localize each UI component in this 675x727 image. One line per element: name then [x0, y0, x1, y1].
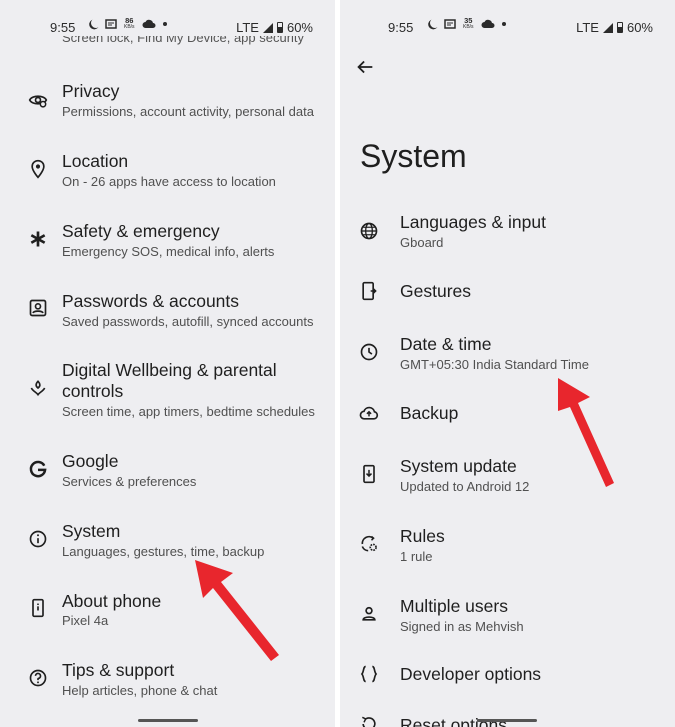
network-speed: 86 KB/s: [124, 16, 135, 30]
back-arrow-icon[interactable]: [354, 56, 376, 78]
settings-item-title: Date & time: [400, 334, 492, 354]
settings-item-languages-input[interactable]: Languages & input Gboard: [340, 210, 675, 270]
settings-item-subtitle: Gboard: [400, 235, 444, 250]
gesture-home-bar[interactable]: [477, 719, 537, 722]
rules-icon: [359, 534, 379, 554]
settings-item-title: Languages & input: [400, 212, 546, 232]
braces-icon: [359, 664, 379, 684]
settings-item-location[interactable]: Location On - 26 apps have access to loc…: [0, 148, 335, 208]
settings-item-title: Location: [62, 151, 129, 171]
settings-item-multiple-users[interactable]: Multiple users Signed in as Mehvish: [340, 594, 675, 654]
person-icon: [359, 604, 379, 624]
message-icon: [444, 18, 456, 29]
settings-item-subtitle: Permissions, account activity, personal …: [62, 104, 314, 119]
do-not-disturb-icon: [429, 17, 441, 29]
settings-item-subtitle: Emergency SOS, medical info, alerts: [62, 244, 275, 259]
settings-item-subtitle: Signed in as Mehvish: [400, 619, 524, 634]
settings-item-title: Developer options: [400, 664, 542, 684]
signal-icon: [602, 22, 613, 33]
cloud-icon: [481, 19, 495, 28]
settings-item-title: Tips & support: [62, 660, 175, 680]
settings-item-title: Multiple users: [400, 596, 508, 616]
settings-item-title: System: [62, 521, 121, 541]
settings-item-google[interactable]: Google Services & preferences: [0, 450, 335, 510]
notification-dot: [501, 22, 506, 26]
settings-item-title: Rules: [400, 526, 445, 546]
network-type: LTE: [236, 20, 259, 35]
cloud-upload-icon: [359, 403, 379, 423]
settings-item-title: Gestures: [400, 281, 471, 301]
settings-item-rules[interactable]: Rules 1 rule: [340, 524, 675, 584]
clock-icon: [359, 342, 379, 362]
battery-icon: [616, 22, 623, 33]
globe-icon: [359, 221, 379, 241]
status-time: 9:55: [50, 20, 76, 35]
info-circle-icon: [28, 529, 48, 549]
phone-icon: [28, 598, 48, 618]
settings-item-title: Passwords & accounts: [62, 291, 240, 311]
settings-item-title: System update: [400, 456, 517, 476]
battery-icon: [276, 22, 283, 33]
notification-dot: [162, 22, 167, 26]
network-type: LTE: [576, 20, 599, 35]
settings-item-subtitle: Pixel 4a: [62, 613, 109, 628]
cut-off-subtitle: Screen lock, Find My Device, app securit…: [62, 36, 305, 45]
settings-item-title: Backup: [400, 403, 459, 423]
privacy-eye-icon: [28, 90, 48, 110]
system-update-icon: [359, 464, 379, 484]
system-settings-screen: 9:55 35 KB/s LTE 60% System Languages & i…: [340, 0, 675, 727]
settings-item-gestures[interactable]: Gestures: [340, 280, 675, 330]
settings-item-title: Privacy: [62, 81, 120, 101]
settings-item-subtitle: Saved passwords, autofill, synced accoun…: [62, 314, 314, 329]
wellbeing-icon: [28, 378, 48, 398]
settings-item-subtitle: GMT+05:30 India Standard Time: [400, 357, 589, 372]
annotation-arrow: [195, 560, 279, 661]
settings-item-title: Digital Wellbeing & parental: [62, 360, 277, 380]
settings-item-title-line2: controls: [62, 381, 124, 401]
settings-item-title: Safety & emergency: [62, 221, 220, 241]
location-pin-icon: [28, 159, 48, 179]
settings-item-subtitle: On - 26 apps have access to location: [62, 174, 276, 189]
settings-item-title: Google: [62, 451, 119, 471]
battery-percent: 60%: [626, 20, 653, 35]
gesture-home-bar[interactable]: [138, 719, 198, 722]
settings-item-privacy[interactable]: Privacy Permissions, account activity, p…: [0, 78, 335, 138]
settings-item-title: About phone: [62, 591, 162, 611]
settings-item-subtitle: Screen time, app timers, bedtime schedul…: [62, 404, 315, 419]
annotation-arrow: [558, 378, 614, 487]
settings-item-subtitle: Updated to Android 12: [400, 479, 530, 494]
settings-item-date-time[interactable]: Date & time GMT+05:30 India Standard Tim…: [340, 332, 675, 392]
message-icon: [105, 18, 117, 29]
page-title: System: [360, 138, 467, 174]
settings-item-safety[interactable]: Safety & emergency Emergency SOS, medica…: [0, 218, 335, 278]
reset-icon: [359, 714, 379, 727]
settings-item-digital-wellbeing[interactable]: Digital Wellbeing & parental controls Sc…: [0, 358, 335, 438]
account-box-icon: [28, 298, 48, 318]
status-bar: 9:55 35 KB/s LTE 60%: [340, 0, 675, 52]
settings-item-subtitle: Help articles, phone & chat: [62, 683, 218, 698]
status-time: 9:55: [388, 20, 414, 35]
settings-item-developer-options[interactable]: Developer options: [340, 663, 675, 713]
signal-icon: [262, 22, 273, 33]
settings-screen: 9:55 86 KB/s LTE 60% Screen lock, Find My…: [0, 0, 335, 727]
asterisk-icon: [28, 229, 48, 249]
settings-item-system-update[interactable]: System update Updated to Android 12: [340, 454, 675, 514]
do-not-disturb-icon: [90, 17, 102, 29]
settings-item-passwords[interactable]: Passwords & accounts Saved passwords, au…: [0, 288, 335, 348]
settings-item-subtitle: Services & preferences: [62, 474, 197, 489]
gestures-phone-icon: [359, 281, 379, 301]
cloud-icon: [142, 19, 156, 28]
settings-item-tips-support[interactable]: Tips & support Help articles, phone & ch…: [0, 658, 335, 718]
google-g-icon: [28, 459, 48, 479]
network-speed: 35 KB/s: [463, 16, 474, 30]
help-circle-icon: [28, 668, 48, 688]
battery-percent: 60%: [286, 20, 313, 35]
settings-item-backup[interactable]: Backup: [340, 402, 675, 452]
settings-item-subtitle: 1 rule: [400, 549, 433, 564]
